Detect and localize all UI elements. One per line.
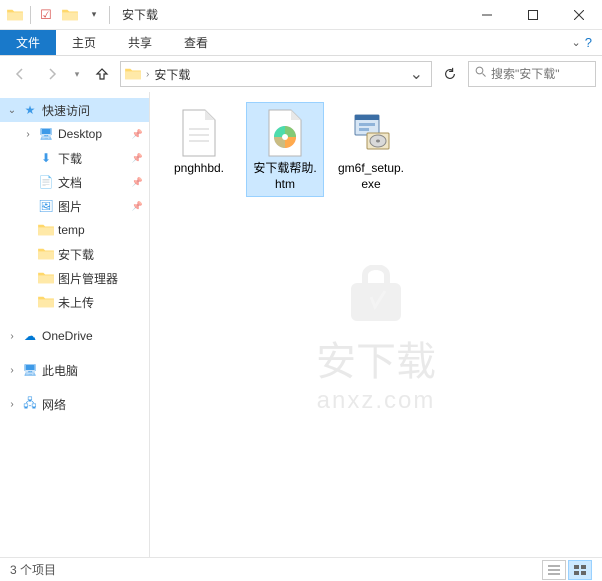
document-icon: 📄	[37, 173, 55, 191]
chevron-down-icon[interactable]: ⌄	[6, 105, 18, 116]
ribbon-expand[interactable]: ⌄ ?	[562, 30, 602, 55]
address-bar[interactable]: › 安下载 ⌄	[120, 61, 432, 87]
sidebar-item-onedrive[interactable]: › ☁ OneDrive	[0, 324, 149, 348]
view-switch	[542, 560, 592, 580]
chevron-right-icon[interactable]: ›	[143, 69, 152, 80]
file-label: gm6f_setup.exe	[337, 161, 405, 192]
file-item-exe[interactable]: gm6f_setup.exe	[332, 102, 410, 197]
sidebar-item-documents[interactable]: 📄 文档	[0, 170, 149, 194]
sidebar-item-anxiazai[interactable]: 安下载	[0, 242, 149, 266]
chevron-right-icon[interactable]: ›	[22, 129, 34, 140]
download-icon: ⬇	[37, 149, 55, 167]
close-button[interactable]	[556, 0, 602, 30]
sidebar-item-notuploaded[interactable]: 未上传	[0, 290, 149, 314]
file-list[interactable]: pnghhbd. 安下载帮助.htm	[150, 92, 602, 557]
refresh-button[interactable]	[436, 60, 464, 88]
search-box[interactable]	[468, 61, 596, 87]
navigation-pane[interactable]: ⌄ ★ 快速访问 › 🖥 Desktop ⬇ 下载 📄 文档 🖼 图片 temp	[0, 92, 150, 557]
chevron-right-icon[interactable]: ›	[6, 331, 18, 342]
folder-icon	[37, 221, 55, 239]
desktop-icon: 🖥	[37, 125, 55, 143]
item-count: 3 个项目	[10, 561, 56, 578]
icons-view-button[interactable]	[568, 560, 592, 580]
tab-home[interactable]: 主页	[56, 30, 112, 55]
folder-icon-small	[59, 4, 81, 26]
window-title: 安下载	[122, 6, 158, 23]
folder-icon	[4, 4, 26, 26]
chevron-right-icon[interactable]: ›	[6, 365, 18, 376]
sidebar-item-thispc[interactable]: › 🖥 此电脑	[0, 358, 149, 382]
file-label: pnghhbd.	[174, 161, 224, 177]
titlebar: ☑ ▾ 安下载	[0, 0, 602, 30]
tab-file[interactable]: 文件	[0, 30, 56, 55]
sidebar-item-desktop[interactable]: › 🖥 Desktop	[0, 122, 149, 146]
search-input[interactable]	[491, 67, 589, 81]
search-icon	[475, 65, 487, 83]
sidebar-item-pictures[interactable]: 🖼 图片	[0, 194, 149, 218]
folder-icon	[37, 293, 55, 311]
pictures-icon: 🖼	[37, 197, 55, 215]
ribbon: 文件 主页 共享 查看 ⌄ ?	[0, 30, 602, 56]
body: ⌄ ★ 快速访问 › 🖥 Desktop ⬇ 下载 📄 文档 🖼 图片 temp	[0, 92, 602, 557]
network-icon: 🖧	[21, 395, 39, 413]
back-button[interactable]	[6, 60, 34, 88]
address-dropdown[interactable]: ⌄	[404, 64, 429, 84]
sidebar-item-network[interactable]: › 🖧 网络	[0, 392, 149, 416]
tab-share[interactable]: 共享	[112, 30, 168, 55]
qat-dropdown-icon[interactable]: ▾	[83, 4, 105, 26]
statusbar: 3 个项目	[0, 557, 602, 581]
navbar: ▾ › 安下载 ⌄	[0, 56, 602, 92]
watermark: 安下载 anxz.com	[316, 265, 436, 415]
cloud-icon: ☁	[21, 327, 39, 345]
folder-icon	[123, 64, 143, 84]
window-controls	[464, 0, 602, 30]
sidebar-item-downloads[interactable]: ⬇ 下载	[0, 146, 149, 170]
quick-access-toolbar: ☑ ▾	[0, 4, 116, 26]
document-icon	[173, 107, 225, 159]
folder-icon	[37, 269, 55, 287]
computer-icon: 🖥	[21, 361, 39, 379]
forward-button[interactable]	[38, 60, 66, 88]
details-view-button[interactable]	[542, 560, 566, 580]
file-item-html[interactable]: 安下载帮助.htm	[246, 102, 324, 197]
maximize-button[interactable]	[510, 0, 556, 30]
sidebar-item-quick-access[interactable]: ⌄ ★ 快速访问	[0, 98, 149, 122]
html-icon	[259, 107, 311, 159]
sidebar-item-picmgr[interactable]: 图片管理器	[0, 266, 149, 290]
chevron-right-icon[interactable]: ›	[6, 399, 18, 410]
up-button[interactable]	[88, 60, 116, 88]
tab-view[interactable]: 查看	[168, 30, 224, 55]
recent-dropdown[interactable]: ▾	[70, 60, 84, 88]
file-item-document[interactable]: pnghhbd.	[160, 102, 238, 182]
breadcrumb-current[interactable]: 安下载	[152, 66, 192, 83]
chevron-down-icon: ⌄	[572, 36, 581, 49]
properties-icon[interactable]: ☑	[35, 4, 57, 26]
sidebar-item-temp[interactable]: temp	[0, 218, 149, 242]
star-icon: ★	[21, 101, 39, 119]
installer-icon	[345, 107, 397, 159]
help-icon[interactable]: ?	[585, 35, 592, 50]
folder-icon	[37, 245, 55, 263]
file-label: 安下载帮助.htm	[251, 161, 319, 192]
minimize-button[interactable]	[464, 0, 510, 30]
